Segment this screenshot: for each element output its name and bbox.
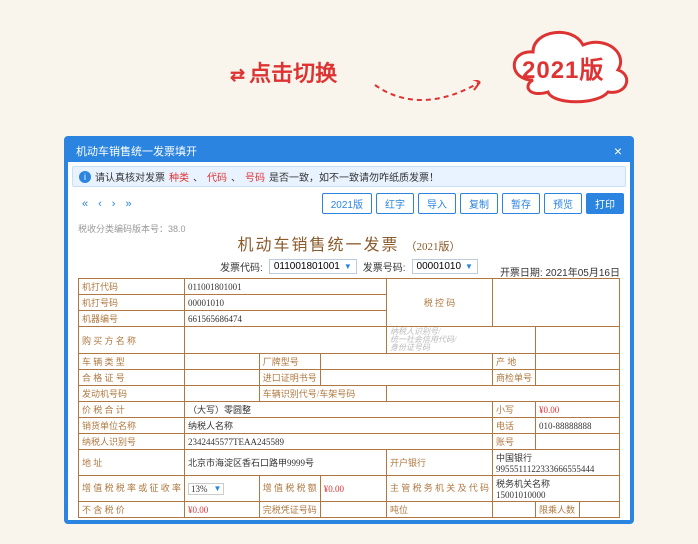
jdcode-value: 011001801001	[185, 279, 387, 295]
notax-value: ¥0.00	[185, 502, 260, 518]
taxctrl-label: 税 控 码	[386, 279, 492, 327]
notax-label: 不 含 税 价	[79, 502, 185, 518]
insp-label: 商检单号	[492, 370, 535, 386]
lower-label: 小写	[492, 402, 535, 418]
toolbar: « ‹ › » 2021版 红字 导入 复制 暂存 预览 打印	[68, 191, 630, 218]
invoice-code-label: 发票代码:	[220, 259, 263, 274]
footer-row-1: 销货单位盖章 开票人 航小航 备注 一车一票	[78, 518, 620, 520]
vin-input[interactable]	[386, 386, 619, 402]
brand-label: 厂牌型号	[259, 354, 320, 370]
nav-first-icon[interactable]: «	[82, 198, 88, 210]
veh-type-input[interactable]	[185, 354, 260, 370]
buyer-input[interactable]	[185, 327, 387, 354]
veh-type-label: 车 辆 类 型	[79, 354, 185, 370]
addr-value: 北京市海淀区香石口路甲9999号	[185, 450, 387, 476]
print-button[interactable]: 打印	[586, 193, 624, 214]
invoice-window: 机动车销售统一发票填开 × i 请认真核对发票 种类、 代码、 号码 是否一致，…	[64, 136, 634, 524]
version-cloud: 2021版	[498, 20, 638, 105]
warning-bar: i 请认真核对发票 种类、 代码、 号码 是否一致，如不一致请勿咋纸质发票！	[72, 166, 626, 187]
nav-icons: « ‹ › »	[74, 198, 132, 210]
acct-label: 账号	[492, 434, 535, 450]
tel-value: 010-88888888	[536, 418, 620, 434]
vat-amt-label: 增 值 税 税 额	[259, 476, 320, 502]
import-label: 进口证明书号	[259, 370, 320, 386]
brand-input[interactable]	[320, 354, 492, 370]
red-button[interactable]: 红字	[376, 193, 414, 214]
chevron-down-icon: ▼	[344, 262, 352, 271]
lower-value: ¥0.00	[536, 402, 620, 418]
preview-button[interactable]: 预览	[544, 193, 582, 214]
jdnum-label: 机打号码	[79, 295, 185, 311]
nav-last-icon[interactable]: »	[125, 198, 131, 210]
passengers-input[interactable]	[580, 502, 620, 518]
version-cloud-text: 2021版	[522, 50, 604, 85]
seller-label: 销货单位名称	[79, 418, 185, 434]
jdcode-label: 机打代码	[79, 279, 185, 295]
issue-date: 开票日期: 2021年05月16日	[500, 264, 620, 279]
bank-value: 中国银行9955511122333666555444	[492, 450, 619, 476]
close-icon[interactable]: ×	[614, 144, 622, 158]
seller-taxid-label: 纳税人识别号	[79, 434, 185, 450]
cert-label: 合 格 证 号	[79, 370, 185, 386]
window-title: 机动车销售统一发票填开	[76, 143, 197, 159]
passengers-label: 限乘人数	[536, 502, 580, 518]
dashed-arrow	[370, 80, 490, 140]
document-body: 税收分类编码版本号：38.0 机动车销售统一发票 （2021版） 发票代码: 0…	[68, 218, 630, 520]
invoice-table: 机打代码 011001801001 税 控 码 机打号码 00001010 机器…	[78, 278, 620, 518]
paycert-input[interactable]	[320, 502, 386, 518]
origin-label: 产 地	[492, 354, 535, 370]
invoice-num-label: 发票号码:	[363, 259, 406, 274]
chevron-down-icon: ▼	[214, 484, 222, 493]
buyer-label: 购 买 方 名 称	[79, 327, 185, 354]
hold-button[interactable]: 暂存	[502, 193, 540, 214]
bank-label: 开户银行	[386, 450, 492, 476]
taxctrl-value	[492, 279, 619, 327]
buyer-id-input[interactable]	[536, 327, 620, 354]
auth-label: 主 管 税 务 机 关 及 代 码	[386, 476, 492, 502]
jqnum-label: 机器编号	[79, 311, 185, 327]
jqnum-value: 661565686474	[185, 311, 387, 327]
switch-hint: ⇄点击切换	[230, 56, 337, 88]
import-button[interactable]: 导入	[418, 193, 456, 214]
seller-taxid-value: 2342445577TEAA245589	[185, 434, 493, 450]
pricetax-value: （大写）零圆整	[185, 402, 493, 418]
tel-label: 电话	[492, 418, 535, 434]
pricetax-label: 价 税 合 计	[79, 402, 185, 418]
chevron-down-icon: ▼	[465, 262, 473, 271]
vat-amt-value: ¥0.00	[320, 476, 386, 502]
invoice-code-select[interactable]: 011001801001▼	[269, 259, 357, 274]
invoice-num-select[interactable]: 00001010▼	[412, 259, 478, 274]
version-2021-button[interactable]: 2021版	[322, 193, 372, 214]
paycert-label: 完税凭证号码	[259, 502, 320, 518]
vat-select[interactable]: 13%▼	[185, 476, 260, 502]
jdnum-value: 00001010	[185, 295, 387, 311]
tonnage-input[interactable]	[492, 502, 535, 518]
addr-label: 地 址	[79, 450, 185, 476]
vat-label: 增 值 税 税 率 或 征 收 率	[79, 476, 185, 502]
vin-label: 车辆识别代号/车架号码	[259, 386, 386, 402]
auth-value: 税务机关名称 15001010000	[492, 476, 619, 502]
titlebar: 机动车销售统一发票填开 ×	[68, 140, 630, 162]
insp-input[interactable]	[536, 370, 620, 386]
nav-next-icon[interactable]: ›	[112, 198, 116, 210]
engine-label: 发动机号码	[79, 386, 185, 402]
tonnage-label: 吨位	[386, 502, 492, 518]
import-input[interactable]	[320, 370, 492, 386]
acct-input[interactable]	[536, 434, 620, 450]
origin-input[interactable]	[536, 354, 620, 370]
nav-prev-icon[interactable]: ‹	[98, 198, 102, 210]
swap-icon: ⇄	[230, 65, 245, 85]
id-hint: 纳税人识别号/ 统一社会信用代码/ 身份证号码	[386, 327, 535, 354]
info-icon: i	[79, 171, 91, 183]
copy-button[interactable]: 复制	[460, 193, 498, 214]
engine-input[interactable]	[185, 386, 260, 402]
seller-value: 纳税人名称	[185, 418, 493, 434]
cert-input[interactable]	[185, 370, 260, 386]
